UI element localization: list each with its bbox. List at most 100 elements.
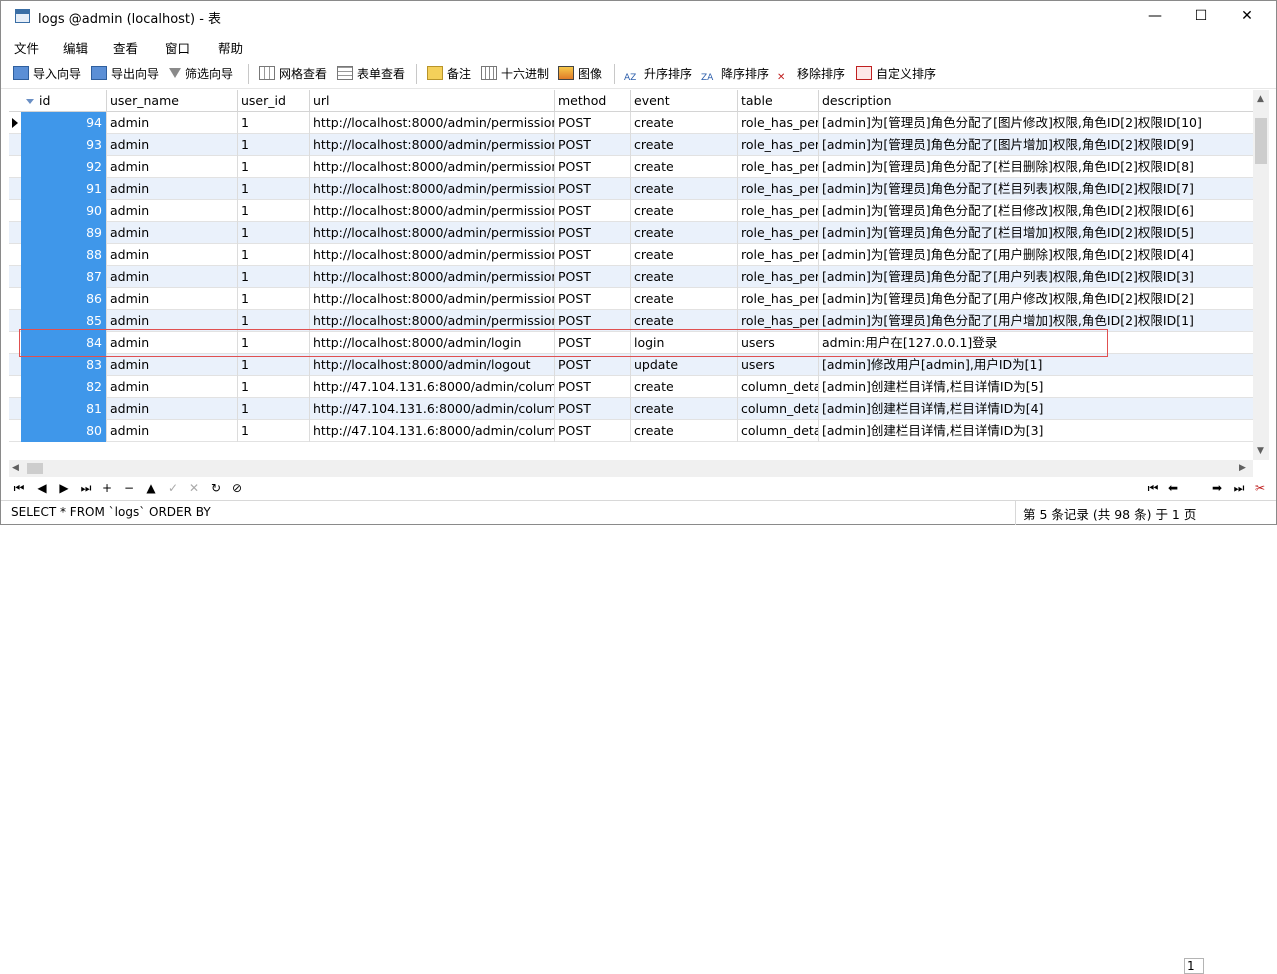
cell-user-name[interactable]: admin <box>107 222 238 244</box>
cell-user-id[interactable]: 1 <box>238 354 310 376</box>
export-wizard-button[interactable]: 导出向导 <box>91 65 159 83</box>
cell-user-name[interactable]: admin <box>107 200 238 222</box>
scroll-down-icon[interactable]: ▼ <box>1257 446 1264 456</box>
cell-user-name[interactable]: admin <box>107 420 238 442</box>
table-row[interactable]: 87 admin 1 http://localhost:8000/admin/perm… <box>9 266 1253 288</box>
column-header-user-id[interactable]: user_id <box>238 90 310 112</box>
cell-method[interactable]: POST <box>555 156 631 178</box>
cell-event[interactable]: create <box>631 134 738 156</box>
cell-id[interactable]: 88 <box>21 244 107 266</box>
table-row[interactable]: 88 admin 1 http://localhost:8000/admin/perm… <box>9 244 1253 266</box>
cell-event[interactable]: create <box>631 244 738 266</box>
cell-id[interactable]: 81 <box>21 398 107 420</box>
column-header-user-name[interactable]: user_name <box>107 90 238 112</box>
cell-description[interactable]: [admin]为[管理员]角色分配了[栏目增加]权限,角色ID[2]权限ID[5… <box>819 222 1253 244</box>
cell-method[interactable]: POST <box>555 200 631 222</box>
scroll-right-icon[interactable]: ▶ <box>1239 463 1246 473</box>
menu-edit[interactable]: 编辑 <box>63 38 88 57</box>
cell-table[interactable]: role_has_perr <box>738 178 819 200</box>
cell-user-name[interactable]: admin <box>107 266 238 288</box>
cell-user-name[interactable]: admin <box>107 398 238 420</box>
first-record-icon[interactable]: ⏮ <box>10 481 28 496</box>
cell-url[interactable]: http://localhost:8000/admin/permissions/ <box>310 178 555 200</box>
cell-url[interactable]: http://47.104.131.6:8000/admin/column_d <box>310 398 555 420</box>
discard-changes-icon[interactable]: ✕ <box>185 481 203 495</box>
cell-user-id[interactable]: 1 <box>238 222 310 244</box>
cell-event[interactable]: create <box>631 200 738 222</box>
sort-ascending-button[interactable]: AZ 升序排序 <box>624 65 692 83</box>
column-header-description[interactable]: description <box>819 90 1253 112</box>
table-row[interactable]: 91 admin 1 http://localhost:8000/admin/perm… <box>9 178 1253 200</box>
custom-sort-button[interactable]: 自定义排序 <box>856 65 936 83</box>
cell-user-id[interactable]: 1 <box>238 134 310 156</box>
previous-page-icon[interactable]: ⬅ <box>1164 481 1182 495</box>
cell-url[interactable]: http://localhost:8000/admin/permissions/ <box>310 134 555 156</box>
cell-id[interactable]: 87 <box>21 266 107 288</box>
close-button[interactable]: ✕ <box>1224 1 1270 32</box>
cell-table[interactable]: role_has_perr <box>738 266 819 288</box>
cell-id[interactable]: 86 <box>21 288 107 310</box>
cell-table[interactable]: users <box>738 354 819 376</box>
cell-event[interactable]: create <box>631 178 738 200</box>
cell-user-id[interactable]: 1 <box>238 288 310 310</box>
cell-user-id[interactable]: 1 <box>238 266 310 288</box>
cell-url[interactable]: http://localhost:8000/admin/permissions/ <box>310 112 555 134</box>
scroll-up-icon[interactable]: ▲ <box>1257 94 1264 104</box>
cell-url[interactable]: http://localhost:8000/admin/permissions/ <box>310 266 555 288</box>
cell-id[interactable]: 80 <box>21 420 107 442</box>
table-row[interactable]: 81 admin 1 http://47.104.131.6:8000/admin/c… <box>9 398 1253 420</box>
cell-method[interactable]: POST <box>555 112 631 134</box>
cell-url[interactable]: http://localhost:8000/admin/permissions/ <box>310 156 555 178</box>
stop-icon[interactable]: ⊘ <box>228 481 246 495</box>
cell-method[interactable]: POST <box>555 376 631 398</box>
filter-wizard-button[interactable]: 筛选向导 <box>169 65 233 83</box>
memo-button[interactable]: 备注 <box>427 65 471 83</box>
sort-descending-button[interactable]: ZA 降序排序 <box>701 65 769 83</box>
cell-description[interactable]: [admin]为[管理员]角色分配了[栏目列表]权限,角色ID[2]权限ID[7… <box>819 178 1253 200</box>
remove-sort-button[interactable]: ✕ 移除排序 <box>777 65 845 83</box>
import-wizard-button[interactable]: 导入向导 <box>13 65 81 83</box>
cell-id[interactable]: 83 <box>21 354 107 376</box>
cell-description[interactable]: [admin]创建栏目详情,栏目详情ID为[4] <box>819 398 1253 420</box>
page-number-input[interactable]: 1 <box>1184 958 1204 974</box>
table-row[interactable]: 92 admin 1 http://localhost:8000/admin/perm… <box>9 156 1253 178</box>
cell-user-id[interactable]: 1 <box>238 420 310 442</box>
cell-user-id[interactable]: 1 <box>238 156 310 178</box>
cell-table[interactable]: role_has_perr <box>738 156 819 178</box>
form-view-button[interactable]: 表单查看 <box>337 65 405 83</box>
cell-url[interactable]: http://localhost:8000/admin/permissions/ <box>310 222 555 244</box>
cell-description[interactable]: [admin]修改用户[admin],用户ID为[1] <box>819 354 1253 376</box>
cell-table[interactable]: role_has_perr <box>738 200 819 222</box>
cell-event[interactable]: create <box>631 222 738 244</box>
cell-user-id[interactable]: 1 <box>238 112 310 134</box>
cell-user-id[interactable]: 1 <box>238 376 310 398</box>
vertical-scroll-thumb[interactable] <box>1255 118 1267 164</box>
cell-method[interactable]: POST <box>555 288 631 310</box>
next-page-icon[interactable]: ➡ <box>1208 481 1226 495</box>
table-row[interactable]: 93 admin 1 http://localhost:8000/admin/perm… <box>9 134 1253 156</box>
cell-url[interactable]: http://localhost:8000/admin/permissions/ <box>310 288 555 310</box>
cell-table[interactable]: role_has_perr <box>738 288 819 310</box>
last-page-icon[interactable]: ⏭ <box>1230 481 1248 496</box>
hex-button[interactable]: 十六进制 <box>481 65 549 83</box>
minimize-button[interactable]: — <box>1132 1 1178 32</box>
edit-record-icon[interactable]: ▲ <box>142 481 160 495</box>
cell-description[interactable]: [admin]为[管理员]角色分配了[图片修改]权限,角色ID[2]权限ID[1… <box>819 112 1253 134</box>
menu-help[interactable]: 帮助 <box>218 38 243 57</box>
cell-table[interactable]: role_has_perr <box>738 134 819 156</box>
menu-window[interactable]: 窗口 <box>165 38 190 57</box>
cell-method[interactable]: POST <box>555 266 631 288</box>
cell-description[interactable]: [admin]创建栏目详情,栏目详情ID为[3] <box>819 420 1253 442</box>
cell-id[interactable]: 92 <box>21 156 107 178</box>
table-row[interactable]: 80 admin 1 http://47.104.131.6:8000/admin/c… <box>9 420 1253 442</box>
cell-user-name[interactable]: admin <box>107 288 238 310</box>
cell-method[interactable]: POST <box>555 354 631 376</box>
cell-table[interactable]: column_detai <box>738 398 819 420</box>
cell-id[interactable]: 82 <box>21 376 107 398</box>
add-record-icon[interactable]: + <box>98 481 116 495</box>
first-page-icon[interactable]: ⏮ <box>1144 481 1162 496</box>
delete-record-icon[interactable]: − <box>120 481 138 495</box>
cell-id[interactable]: 90 <box>21 200 107 222</box>
cell-event[interactable]: update <box>631 354 738 376</box>
image-button[interactable]: 图像 <box>558 65 602 83</box>
